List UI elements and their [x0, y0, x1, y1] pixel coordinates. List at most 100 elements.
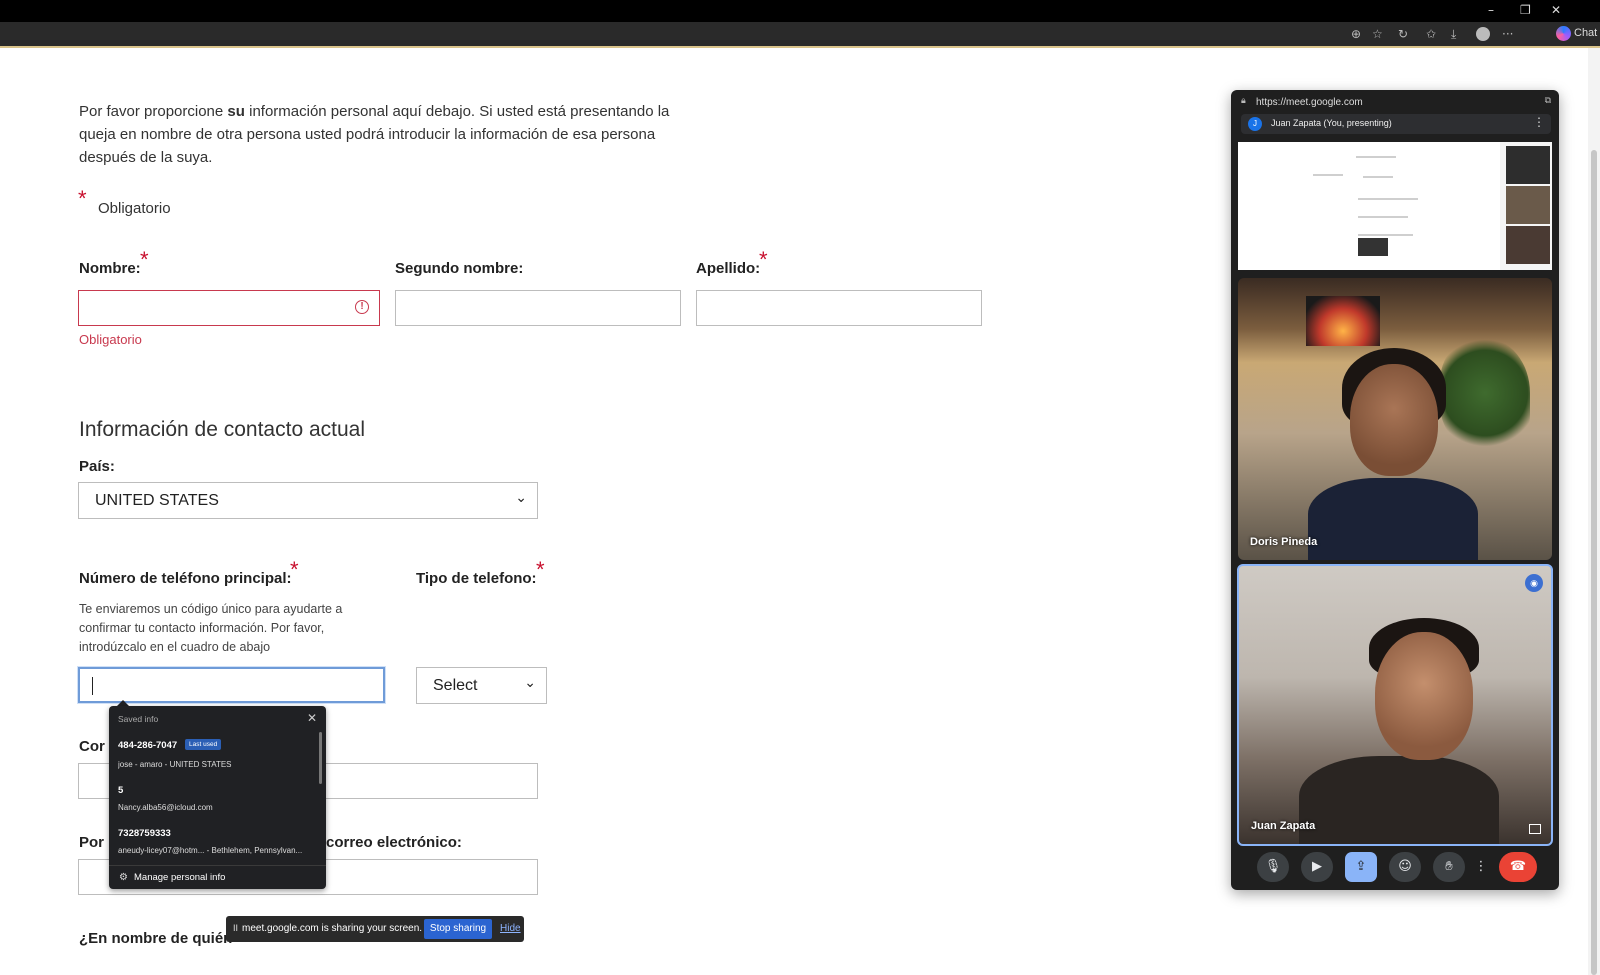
preview-line: [1358, 234, 1413, 236]
preview-tile: [1506, 146, 1550, 184]
chat-label[interactable]: Chat: [1574, 27, 1597, 39]
participant-name: Doris Pineda: [1250, 536, 1318, 548]
telefono-label: Número de teléfono principal:: [79, 570, 292, 587]
title-bar: – ❐ ✕: [0, 0, 1600, 22]
intro-text: Por favor proporcione su información per…: [79, 103, 670, 166]
restore-icon[interactable]: ❐: [1520, 3, 1531, 17]
segundo-nombre-input[interactable]: [395, 290, 681, 326]
preview-line: [1313, 174, 1343, 176]
autofill-entry-sub[interactable]: Nancy.alba56@icloud.com: [118, 803, 313, 812]
speaking-indicator-icon: ◉: [1525, 574, 1543, 592]
tipo-telefono-select[interactable]: Select ⌄: [416, 667, 547, 704]
more-options-icon[interactable]: ⋮: [1473, 852, 1489, 882]
phone-help-text: Te enviaremos un código único para ayuda…: [79, 602, 343, 654]
preview-tile: [1506, 226, 1550, 264]
favorites-icon[interactable]: ✩: [1426, 27, 1436, 41]
close-window-icon[interactable]: ✕: [1551, 3, 1561, 17]
required-star: *: [78, 186, 87, 211]
present-icon[interactable]: ⇪: [1345, 852, 1377, 882]
text-caret: [92, 677, 93, 695]
autofill-entry-sub[interactable]: jose - amaro - UNITED STATES: [118, 760, 313, 769]
telefono-input[interactable]: [78, 667, 385, 703]
autofill-header: Saved info: [118, 714, 159, 724]
download-icon[interactable]: ⤓: [1451, 27, 1456, 42]
last-used-badge: Last used: [185, 739, 222, 750]
apellido-required-star: *: [759, 247, 768, 272]
copilot-icon[interactable]: [1556, 26, 1571, 41]
meet-pip-window: 🔒︎ https://meet.google.com ⧉ J Juan Zapa…: [1231, 90, 1559, 890]
apellido-label: Apellido:: [696, 260, 761, 277]
participant-body: [1299, 756, 1499, 844]
more-vert-icon[interactable]: ⋮: [1533, 115, 1545, 129]
refresh-icon[interactable]: ↻: [1398, 27, 1408, 41]
autofill-divider: [109, 865, 326, 866]
video-background-plant: [1440, 338, 1530, 448]
error-icon: !: [355, 300, 369, 314]
required-legend: Obligatorio: [98, 200, 171, 217]
nombre-input[interactable]: !: [78, 290, 380, 326]
end-call-icon[interactable]: ☎︎: [1499, 852, 1537, 882]
preview-line: [1363, 176, 1393, 178]
stop-sharing-button[interactable]: Stop sharing: [424, 919, 492, 939]
presenter-avatar: J: [1248, 117, 1262, 131]
more-icon[interactable]: ···: [1502, 27, 1513, 41]
emoji-icon[interactable]: ☺: [1389, 852, 1421, 882]
preview-line: [1356, 156, 1396, 158]
participant-tile-juan[interactable]: ◉ Juan Zapata: [1237, 564, 1553, 846]
segundo-nombre-label: Segundo nombre:: [395, 260, 524, 277]
page-scrollbar-thumb[interactable]: [1591, 150, 1597, 975]
correo-label-clipped: Cor: [79, 738, 105, 755]
meet-url: https://meet.google.com: [1256, 97, 1363, 108]
autofill-entry-main[interactable]: 7328759333: [118, 828, 171, 839]
contact-section-title: Información de contacto actual: [79, 418, 366, 441]
presenting-text: Juan Zapata (You, presenting): [1271, 118, 1392, 128]
camera-icon[interactable]: ▶: [1301, 852, 1333, 882]
participant-name: Juan Zapata: [1251, 820, 1316, 832]
apellido-input[interactable]: [696, 290, 982, 326]
raise-hand-icon[interactable]: ✋︎: [1433, 852, 1465, 882]
browser-toolbar: ⊕ ☆ ↻ ✩ ⤓ ··· Chat: [0, 22, 1600, 48]
minimize-icon[interactable]: –: [1488, 3, 1494, 17]
preview-line: [1358, 216, 1408, 218]
preview-popup: [1358, 238, 1388, 256]
nombre-error-text: Obligatorio: [79, 332, 142, 347]
preview-line: [1358, 198, 1418, 200]
lock-icon: 🔒︎: [1241, 96, 1246, 106]
share-status-text: meet.google.com is sharing your screen.: [242, 923, 423, 934]
correo-electronico-label: correo electrónico:: [326, 834, 462, 851]
pais-select-value: UNITED STATES: [95, 492, 219, 509]
star-icon[interactable]: ☆: [1372, 27, 1383, 41]
shared-page-preview: [1238, 142, 1500, 270]
nombre-label: Nombre:: [79, 260, 141, 277]
back-to-tab-icon[interactable]: ⧉: [1545, 96, 1551, 106]
hide-link[interactable]: Hide: [500, 923, 521, 934]
screen-share-thumbnail: [1238, 142, 1552, 270]
en-nombre-label: ¿En nombre de quién: [79, 930, 233, 947]
autofill-entry-main[interactable]: 5: [118, 785, 123, 796]
participant-tile-doris[interactable]: Doris Pineda: [1238, 278, 1552, 560]
pause-icon: II: [233, 923, 239, 933]
video-background-fireplace: [1306, 296, 1380, 346]
profile-icon[interactable]: [1476, 27, 1490, 41]
manage-info-icon: ⚙: [119, 872, 128, 883]
manage-personal-info-link[interactable]: Manage personal info: [134, 872, 225, 883]
pais-select[interactable]: UNITED STATES ⌄: [78, 482, 538, 519]
screen-share-bar: II meet.google.com is sharing your scree…: [226, 916, 524, 942]
telefono-required-star: *: [290, 557, 299, 582]
participant-face: [1350, 364, 1438, 476]
presenting-bar[interactable]: J Juan Zapata (You, presenting) ⋮: [1241, 114, 1551, 134]
mic-icon[interactable]: 🎙︎: [1257, 852, 1289, 882]
nombre-required-star: *: [140, 247, 149, 272]
participant-body: [1308, 478, 1478, 560]
tipo-select-value: Select: [433, 677, 478, 694]
close-icon[interactable]: ✕: [307, 711, 317, 725]
zoom-icon[interactable]: ⊕: [1351, 27, 1361, 41]
autofill-entry-sub[interactable]: aneudy-licey07@hotm... - Bethlehem, Penn…: [118, 846, 313, 855]
pin-icon[interactable]: [1529, 824, 1541, 834]
por-label-clipped: Por: [79, 834, 105, 851]
autofill-scrollbar[interactable]: [319, 732, 322, 784]
autofill-entry-main[interactable]: 484-286-7047: [118, 740, 177, 751]
pais-label: País:: [79, 458, 115, 475]
meet-controls: 🎙︎ ▶ ⇪ ☺ ✋︎ ⋮ ☎︎: [1251, 852, 1551, 882]
chevron-down-icon: ⌄: [524, 675, 536, 691]
